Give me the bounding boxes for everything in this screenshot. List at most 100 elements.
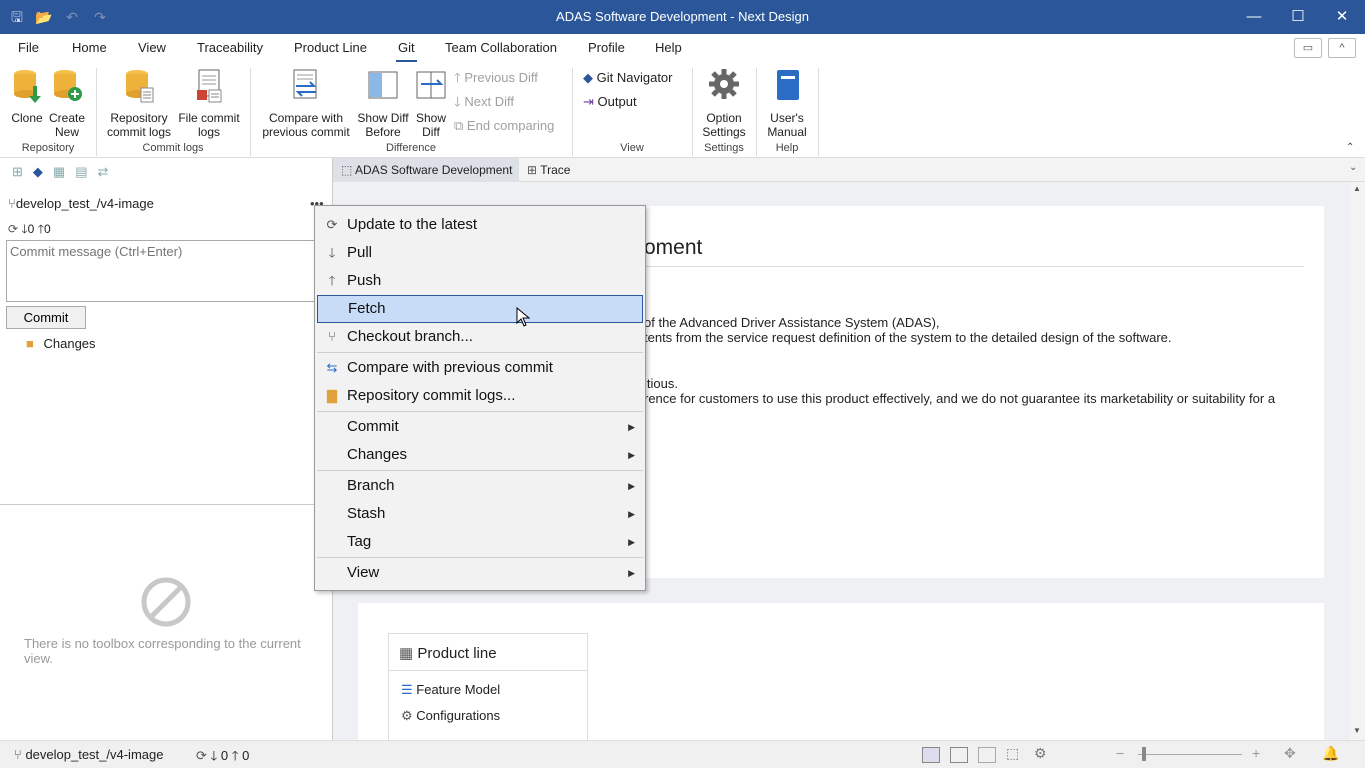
manual-book-icon: [777, 70, 799, 100]
tab-trace[interactable]: ⊞ Trace: [523, 158, 593, 182]
users-manual-button[interactable]: User's Manual: [762, 68, 812, 139]
body-line: tents from the service request definitio…: [644, 330, 1172, 345]
menu-item-changes[interactable]: Changes ▶: [317, 441, 643, 469]
commit-button[interactable]: Commit: [6, 306, 86, 329]
menu-separator: [317, 411, 643, 412]
show-diff-before-button[interactable]: Show Diff Before: [354, 68, 412, 139]
create-new-button[interactable]: Create New: [46, 68, 88, 139]
branch-arrows-icon[interactable]: ⇄: [98, 164, 119, 179]
notification-bell-icon[interactable]: 🔔: [1322, 745, 1339, 762]
output-label: Output: [597, 94, 637, 109]
feedback-icon[interactable]: ▭: [1294, 38, 1322, 58]
git-toolbar: ⊞◆▦▤⇄: [12, 164, 118, 180]
diff-icon: [416, 71, 446, 99]
changes-node[interactable]: ■ Changes: [26, 336, 96, 351]
menu-item-checkout-branch[interactable]: ⑂ Checkout branch...: [317, 323, 643, 351]
scroll-down-icon[interactable]: ▼: [1353, 726, 1361, 735]
settings-view-icon[interactable]: ⚙: [1034, 745, 1047, 762]
configurations-link[interactable]: ⚙ Configurations: [401, 708, 500, 724]
group-view-label: View: [620, 142, 644, 154]
option-settings-label-1: Option: [706, 111, 742, 125]
ribbon: Clone Create New Repository Repository c…: [0, 62, 1365, 158]
menu-item-pull[interactable]: 🡓 Pull: [317, 239, 643, 267]
menu-item-commit[interactable]: Commit ▶: [317, 413, 643, 441]
menu-home[interactable]: Home: [72, 40, 107, 55]
menu-git[interactable]: Git: [396, 40, 417, 63]
layout-left-icon[interactable]: [922, 747, 940, 763]
menu-product-line[interactable]: Product Line: [294, 40, 367, 55]
zoom-out-icon[interactable]: −: [1116, 745, 1124, 761]
stack-icon[interactable]: ▤: [75, 164, 97, 179]
menu-profile[interactable]: Profile: [588, 40, 625, 55]
next-diff-label: Next Diff: [464, 94, 514, 109]
compare-previous-commit-button[interactable]: Compare with previous commit: [258, 68, 354, 139]
menu-help[interactable]: Help: [655, 40, 682, 55]
clone-button[interactable]: Clone: [6, 68, 48, 125]
status-branch[interactable]: ⑂ develop_test_/v4-image: [14, 747, 163, 762]
menu-file[interactable]: File: [18, 40, 39, 55]
zoom-slider-thumb[interactable]: [1142, 747, 1146, 761]
menu-item-fetch[interactable]: Fetch: [317, 295, 643, 323]
refresh-icon[interactable]: ⟳: [8, 222, 18, 236]
current-branch[interactable]: ⑂develop_test_/v4-image: [8, 196, 154, 211]
fit-view-icon[interactable]: ✥: [1284, 745, 1296, 762]
feature-model-link[interactable]: ☰ Feature Model: [401, 682, 500, 698]
hierarchy-icon[interactable]: ⊞: [12, 164, 33, 179]
tabs-dropdown-icon[interactable]: ⌄: [1349, 162, 1357, 173]
menu-item-repository-logs[interactable]: ▇ Repository commit logs...: [317, 382, 643, 410]
menu-item-branch[interactable]: Branch ▶: [317, 472, 643, 500]
incoming-arrow-icon: 🡓: [210, 748, 218, 763]
menu-item-label: Checkout branch...: [347, 328, 473, 345]
tab-adas-software-development[interactable]: ⬚ ADAS Software Development: [333, 158, 519, 182]
output-button[interactable]: ⇥ Output: [583, 93, 637, 111]
ribbon-collapse-icon[interactable]: ⌃: [1346, 142, 1354, 153]
menu-team-collaboration[interactable]: Team Collaboration: [445, 40, 557, 55]
refresh-icon[interactable]: ⟳: [196, 748, 207, 763]
prohibited-icon: [141, 577, 191, 627]
menu-item-push[interactable]: 🡑 Push: [317, 267, 643, 295]
collapse-ribbon-icon[interactable]: ^: [1328, 38, 1356, 58]
option-settings-button[interactable]: Option Settings: [698, 68, 750, 139]
menu-traceability[interactable]: Traceability: [197, 40, 263, 55]
repo-logs-label-1: Repository: [110, 111, 168, 125]
menu-item-label: Pull: [347, 244, 373, 261]
git-diamond-icon[interactable]: ◆: [33, 164, 53, 179]
commit-message-input[interactable]: [6, 240, 326, 302]
next-diff-button[interactable]: 🡓 Next Diff: [454, 93, 514, 111]
scroll-up-icon[interactable]: ▲: [1353, 184, 1361, 193]
changes-label: Changes: [43, 336, 96, 351]
compare-label-1: Compare with: [268, 111, 344, 125]
branch-icon: ⑂: [328, 329, 336, 344]
menu-item-tag[interactable]: Tag ▶: [317, 528, 643, 556]
menu-item-view[interactable]: View ▶: [317, 559, 643, 587]
maximize-button[interactable]: ☐: [1276, 0, 1320, 34]
submenu-arrow-icon: ▶: [628, 537, 635, 547]
minimize-button[interactable]: —: [1232, 0, 1276, 34]
menu-item-stash[interactable]: Stash ▶: [317, 500, 643, 528]
zoom-slider-track[interactable]: [1138, 754, 1242, 755]
product-line-card-container: ▦ Product line ☰ Feature Model ⚙ Configu…: [358, 603, 1324, 741]
menu-view[interactable]: View: [138, 40, 166, 55]
arrow-down-icon: 🡓: [454, 94, 461, 109]
vertical-scrollbar[interactable]: ▲ ▼: [1350, 182, 1365, 740]
repo-logs-label-2: commit logs: [106, 125, 171, 139]
incoming-count: 0: [27, 222, 35, 236]
show-diff-button[interactable]: Show Diff: [412, 68, 450, 139]
repository-commit-logs-button[interactable]: Repository commit logs: [104, 68, 174, 139]
menu-item-label: Update to the latest: [347, 216, 478, 233]
factory-icon[interactable]: ▦: [53, 164, 75, 179]
close-button[interactable]: ✕: [1320, 0, 1364, 34]
layout-split-icon[interactable]: [950, 747, 968, 763]
file-commit-logs-button[interactable]: File commit logs: [175, 68, 243, 139]
zoom-in-icon[interactable]: +: [1252, 745, 1260, 761]
menu-separator: [317, 557, 643, 558]
git-navigator-button[interactable]: ◆ Git Navigator: [583, 69, 673, 87]
product-line-card: ▦ Product line ☰ Feature Model ⚙ Configu…: [388, 633, 588, 741]
model-view-icon[interactable]: ⬚: [1006, 745, 1019, 762]
end-comparing-button[interactable]: ⧉ End comparing: [454, 117, 554, 135]
group-settings-label: Settings: [704, 142, 744, 154]
menu-item-compare-previous[interactable]: ⇆ Compare with previous commit: [317, 354, 643, 382]
previous-diff-button[interactable]: 🡑 Previous Diff: [454, 69, 538, 87]
menu-item-update-latest[interactable]: ⟳ Update to the latest: [317, 211, 643, 239]
layout-columns-icon[interactable]: [978, 747, 996, 763]
